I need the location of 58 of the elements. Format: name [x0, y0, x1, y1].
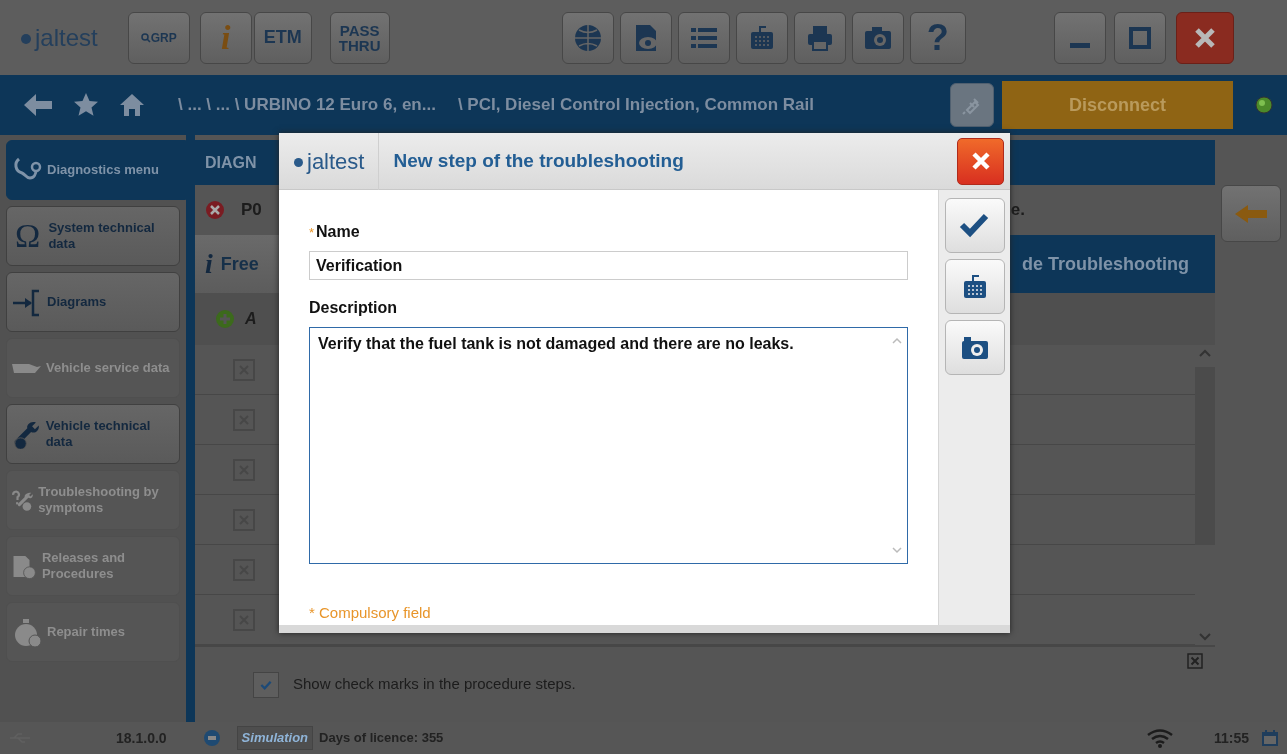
logo-text: jaltest: [35, 22, 98, 53]
dialog-title: New step of the troubleshooting: [392, 148, 685, 173]
minimize-icon: [1069, 43, 1090, 48]
info-icon: i: [205, 243, 213, 285]
wifi-icon: [1145, 728, 1174, 748]
close-icon: [969, 150, 992, 172]
back-arrow-icon: [1233, 202, 1269, 225]
grp-button[interactable]: GRP: [127, 11, 190, 64]
list-button[interactable]: [677, 11, 730, 64]
checkbox-label: Show check marks in the procedure steps.: [293, 674, 576, 695]
field-label: Description: [309, 298, 398, 318]
error-icon: [205, 200, 225, 220]
mode-badge: Simulation: [236, 726, 314, 750]
help-button[interactable]: ?: [909, 11, 966, 64]
logo-text: jaltest: [307, 147, 365, 176]
camera-button[interactable]: [944, 320, 1005, 375]
confirm-button[interactable]: [944, 198, 1005, 253]
close-button[interactable]: [1175, 11, 1234, 64]
sidebar-item[interactable]: Diagnostics menu: [6, 140, 186, 200]
compulsory-note: * Compulsory field: [309, 603, 432, 623]
back-arrow-icon[interactable]: [22, 91, 54, 119]
fault-code: P0: [241, 199, 262, 222]
oil-can-icon: [11, 362, 42, 374]
calendar-icon: [1261, 729, 1279, 747]
breadcrumb-section[interactable]: \ PCI, Diesel Control Injection, Common Rail: [457, 92, 814, 118]
scroll-up-icon[interactable]: [892, 337, 902, 344]
checkbox[interactable]: [253, 671, 279, 698]
omega-icon: Ω: [11, 214, 45, 258]
close-button[interactable]: [957, 137, 1004, 185]
scroll-down-icon[interactable]: [892, 547, 902, 554]
description-field[interactable]: Verify that the fuel tank is not damaged and there are no leaks.: [309, 327, 908, 564]
printer-button[interactable]: [793, 11, 846, 64]
disconnect-button[interactable]: Disconnect: [1002, 81, 1233, 129]
scroll-up-icon[interactable]: [1199, 349, 1211, 357]
home-icon[interactable]: [118, 91, 146, 119]
breadcrumb-path[interactable]: \ ... \ ... \ URBINO 12 Euro 6, en...: [178, 92, 436, 118]
maximize-button[interactable]: [1113, 11, 1166, 64]
minimize-button[interactable]: [1053, 11, 1106, 64]
close-icon: [1192, 25, 1217, 50]
name-field[interactable]: Verification: [309, 251, 908, 280]
etm-button[interactable]: ETM: [253, 11, 312, 64]
sidebar-item[interactable]: Diagrams: [6, 272, 180, 332]
add-icon: [215, 309, 235, 329]
document-eye-button[interactable]: [619, 11, 672, 64]
sidebar-item[interactable]: Vehicle technical data: [6, 404, 180, 464]
search-icon: [140, 32, 151, 43]
dismiss-icon[interactable]: [1187, 653, 1203, 669]
info-button[interactable]: i: [199, 11, 252, 64]
scroll-down-icon[interactable]: [1199, 633, 1211, 641]
maximize-icon: [1127, 25, 1152, 50]
keyboard-button[interactable]: [944, 259, 1005, 314]
field-label: *Name: [309, 222, 361, 242]
pass-thru-button[interactable]: PASS THRU: [329, 11, 390, 64]
globe-button[interactable]: [561, 11, 614, 64]
fault-description: e.: [1010, 199, 1025, 222]
back-button[interactable]: [1221, 185, 1281, 242]
section-title: DIAGN: [205, 152, 257, 173]
plug-button[interactable]: [950, 83, 994, 127]
